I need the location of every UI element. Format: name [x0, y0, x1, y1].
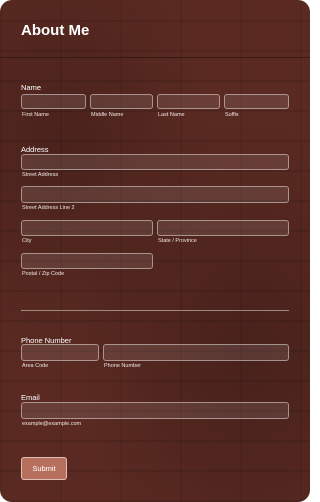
city-sublabel: City [22, 238, 32, 244]
postal-code-input[interactable] [21, 253, 153, 269]
form-card: About Me Name First Name Middle Name Las… [0, 0, 310, 502]
section-divider [21, 310, 289, 311]
area-code-input[interactable] [21, 344, 99, 361]
middle-name-input[interactable] [90, 94, 153, 109]
suffix-input[interactable] [224, 94, 289, 109]
street-address-line2-input[interactable] [21, 186, 289, 203]
first-name-input[interactable] [21, 94, 86, 109]
street-address-input[interactable] [21, 154, 289, 170]
address-label: Address [21, 145, 49, 154]
email-label: Email [21, 393, 40, 402]
email-input[interactable] [21, 402, 289, 419]
phone-number-sublabel: Phone Number [104, 363, 141, 369]
form-title: About Me [21, 22, 90, 39]
city-input[interactable] [21, 220, 153, 236]
street-address-sublabel: Street Address [22, 172, 59, 178]
email-sublabel: example@example.com [22, 421, 82, 427]
area-code-sublabel: Area Code [22, 363, 49, 369]
postal-code-sublabel: Postal / Zip Code [22, 271, 65, 277]
last-name-sublabel: Last Name [158, 112, 185, 118]
middle-name-sublabel: Middle Name [91, 112, 124, 118]
last-name-input[interactable] [157, 94, 220, 109]
phone-number-input[interactable] [103, 344, 289, 361]
first-name-sublabel: First Name [22, 112, 49, 118]
state-input[interactable] [157, 220, 289, 236]
suffix-sublabel: Suffix [225, 112, 239, 118]
state-sublabel: State / Province [158, 238, 197, 244]
street-address-line2-sublabel: Street Address Line 2 [22, 205, 75, 211]
header-divider [0, 57, 310, 58]
name-label: Name [21, 83, 42, 92]
submit-button[interactable]: Submit [21, 457, 67, 480]
